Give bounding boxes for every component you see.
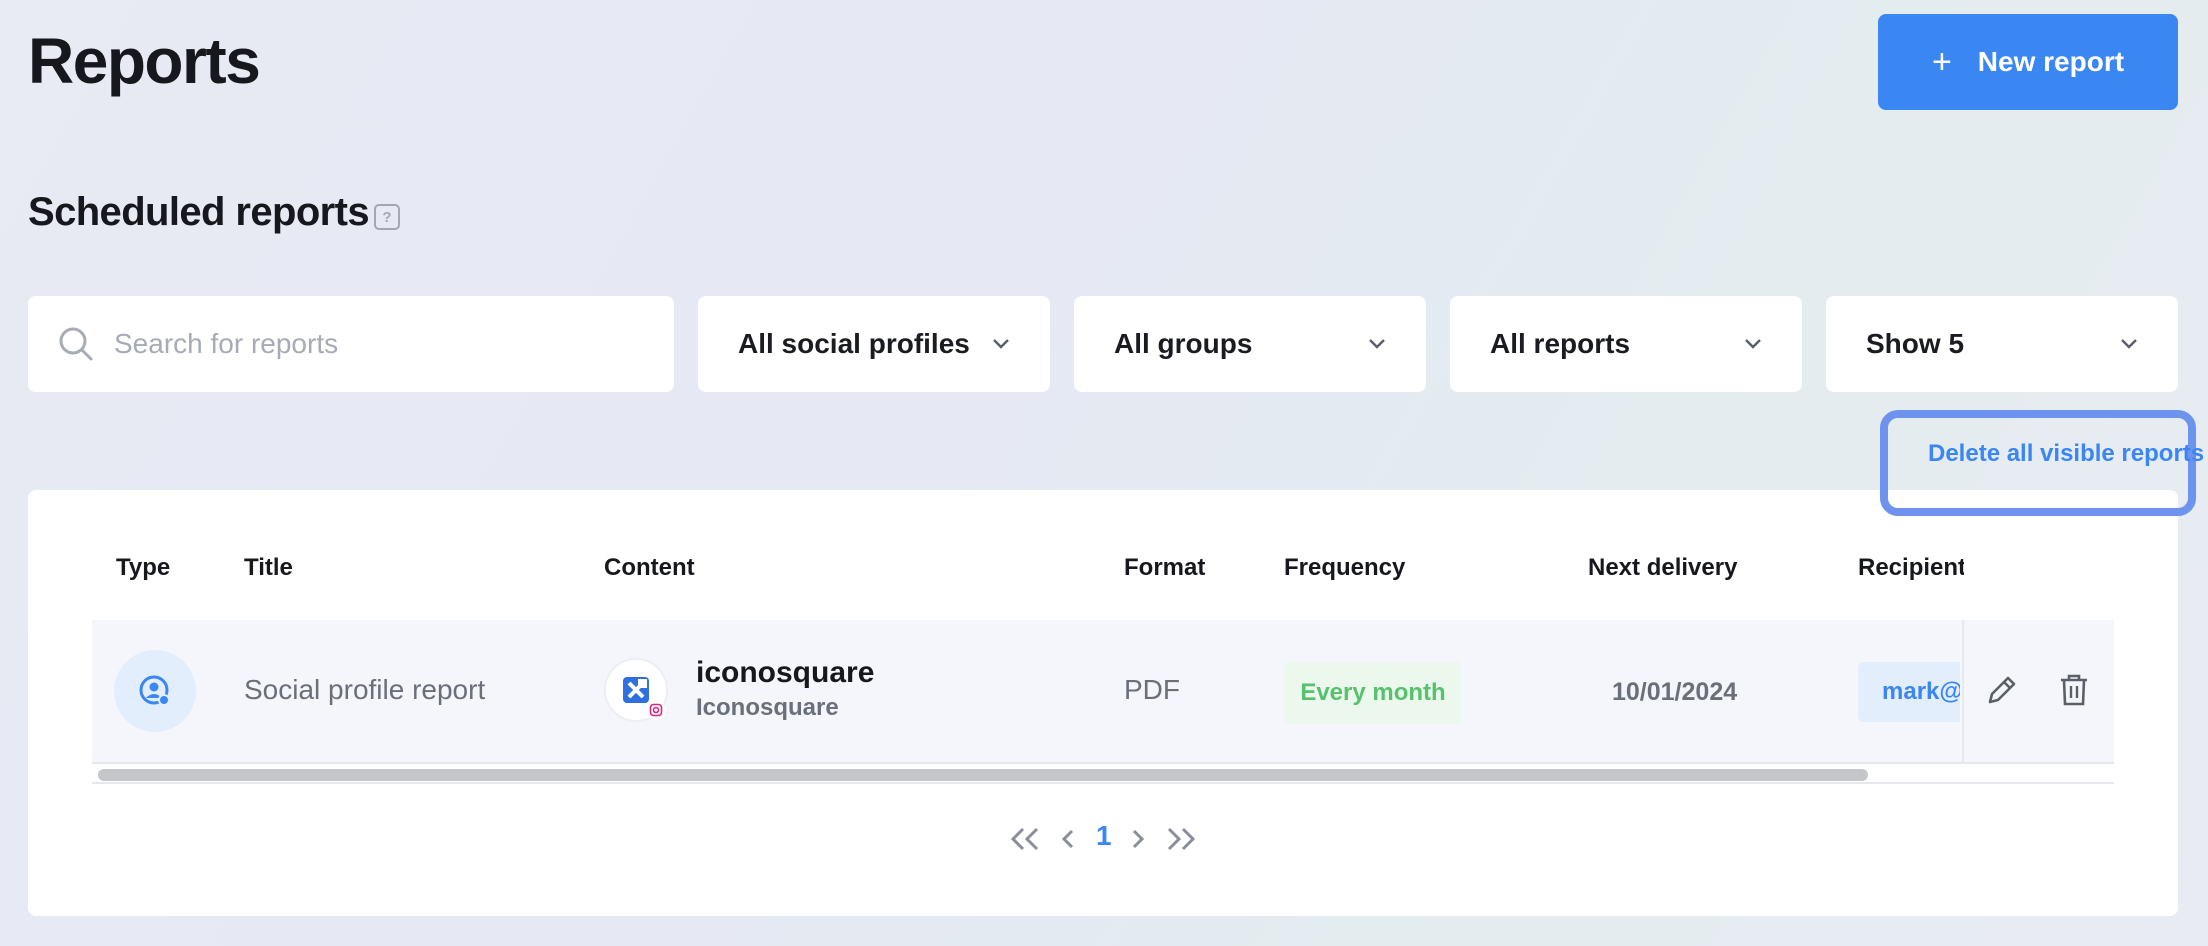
social-profiles-dropdown[interactable]: All social profiles — [698, 296, 1050, 392]
chevron-down-icon — [1369, 339, 1385, 349]
chevron-down-icon — [1745, 339, 1761, 349]
edit-pencil-icon[interactable] — [1984, 672, 2020, 708]
new-report-button[interactable]: + New report — [1878, 14, 2178, 110]
search-icon — [59, 327, 93, 361]
last-page-icon[interactable] — [1166, 826, 1196, 852]
recipient-clip: mark@ic — [1858, 662, 1960, 722]
column-header-title: Title — [244, 554, 293, 581]
horizontal-scrollbar-thumb[interactable] — [98, 769, 1868, 781]
next-page-icon[interactable] — [1130, 828, 1146, 850]
previous-page-icon[interactable] — [1060, 828, 1076, 850]
column-header-recipients-clip: Recipient( — [1858, 550, 1964, 590]
delete-all-visible-reports-link[interactable]: Delete all visible reports — [1928, 440, 2204, 468]
groups-value: All groups — [1114, 328, 1253, 359]
reports-dropdown[interactable]: All reports — [1450, 296, 1802, 392]
page-title: Reports — [28, 25, 261, 97]
column-header-content: Content — [604, 554, 695, 581]
frequency-badge: Every month — [1284, 662, 1462, 724]
chevron-down-icon — [993, 339, 1009, 349]
content-profile-account: Iconosquare — [696, 694, 839, 721]
column-header-next-delivery: Next delivery — [1588, 554, 1738, 581]
delete-trash-icon[interactable] — [2058, 672, 2090, 708]
report-format: PDF — [1124, 674, 1180, 705]
next-delivery-date: 10/01/2024 — [1612, 678, 1738, 706]
recipient-badge: mark@ic — [1858, 662, 1960, 722]
reports-value: All reports — [1490, 328, 1631, 359]
profile-report-icon — [139, 675, 170, 706]
column-header-type: Type — [116, 554, 171, 581]
instagram-icon — [646, 700, 666, 720]
current-page-number[interactable]: 1 — [1096, 820, 1112, 852]
search-box[interactable] — [28, 296, 674, 392]
show-count-dropdown[interactable]: Show 5 — [1826, 296, 2178, 392]
column-header-frequency: Frequency — [1284, 554, 1406, 581]
show-count-value: Show 5 — [1866, 328, 1965, 359]
search-input[interactable] — [114, 320, 634, 368]
help-icon[interactable]: ? — [374, 204, 400, 230]
social-profiles-value: All social profiles — [738, 328, 970, 359]
plus-icon: + — [1931, 43, 1952, 81]
iconosquare-logo-icon — [623, 677, 649, 703]
actions-divider — [1962, 620, 1964, 764]
chevron-down-icon — [2121, 339, 2137, 349]
content-profile-name: iconosquare — [696, 656, 875, 689]
column-header-format: Format — [1124, 554, 1206, 581]
first-page-icon[interactable] — [1010, 826, 1040, 852]
report-title: Social profile report — [244, 674, 486, 705]
new-report-label: New report — [1977, 46, 2125, 77]
groups-dropdown[interactable]: All groups — [1074, 296, 1426, 392]
section-title: Scheduled reports — [28, 190, 370, 234]
column-header-recipients: Recipient( — [1858, 554, 1964, 581]
report-type-badge — [114, 650, 196, 732]
